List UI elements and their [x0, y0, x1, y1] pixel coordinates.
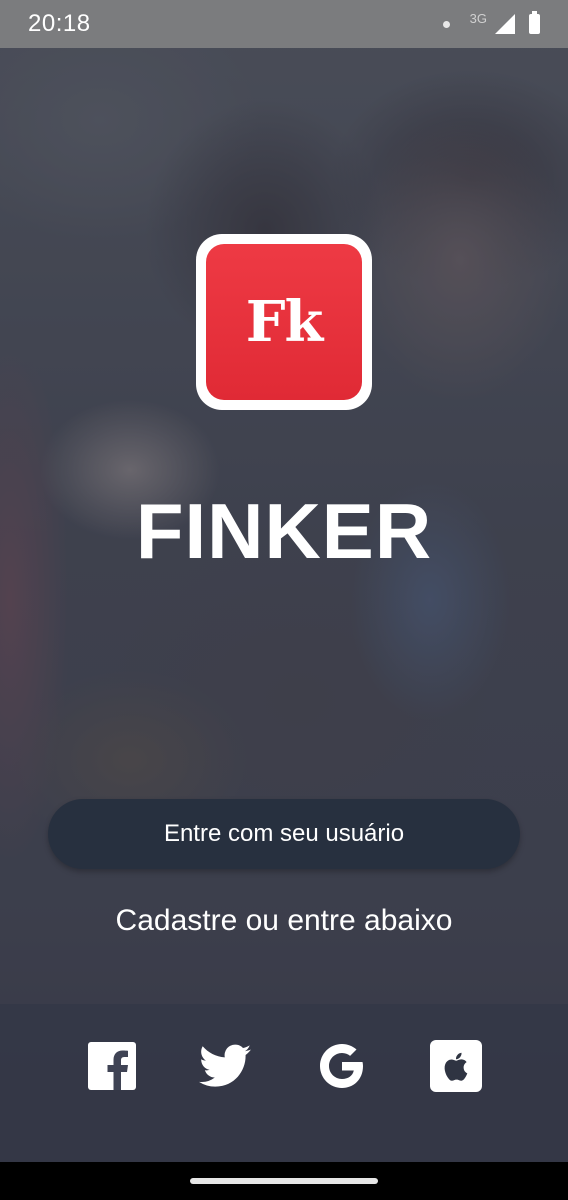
navigation-bar: [0, 1162, 568, 1200]
status-icons: 3G: [442, 10, 540, 34]
social-login-bar: [0, 1004, 568, 1162]
signal-icon: [495, 14, 515, 34]
notification-dot-icon: [442, 20, 450, 28]
status-bar: 20:18 3G: [0, 0, 568, 48]
login-with-user-button[interactable]: Entre com seu usuário: [48, 799, 520, 869]
apple-icon[interactable]: [430, 1040, 482, 1092]
app-title: FINKER: [135, 487, 433, 575]
app-logo: Fk: [196, 234, 372, 410]
google-icon[interactable]: [316, 1040, 368, 1092]
battery-icon: [529, 11, 540, 34]
network-type: 3G: [469, 10, 487, 26]
screen: 20:18 3G Fk FINKER Entre com seu usuário…: [0, 0, 568, 1200]
home-gesture-handle[interactable]: [190, 1178, 378, 1184]
twitter-icon[interactable]: [198, 1040, 252, 1092]
facebook-icon[interactable]: [86, 1040, 138, 1092]
app-logo-badge: Fk: [206, 244, 362, 400]
signup-subtitle: Cadastre ou entre abaixo: [115, 904, 453, 937]
app-logo-text: Fk: [245, 289, 324, 355]
status-time: 20:18: [28, 10, 91, 37]
